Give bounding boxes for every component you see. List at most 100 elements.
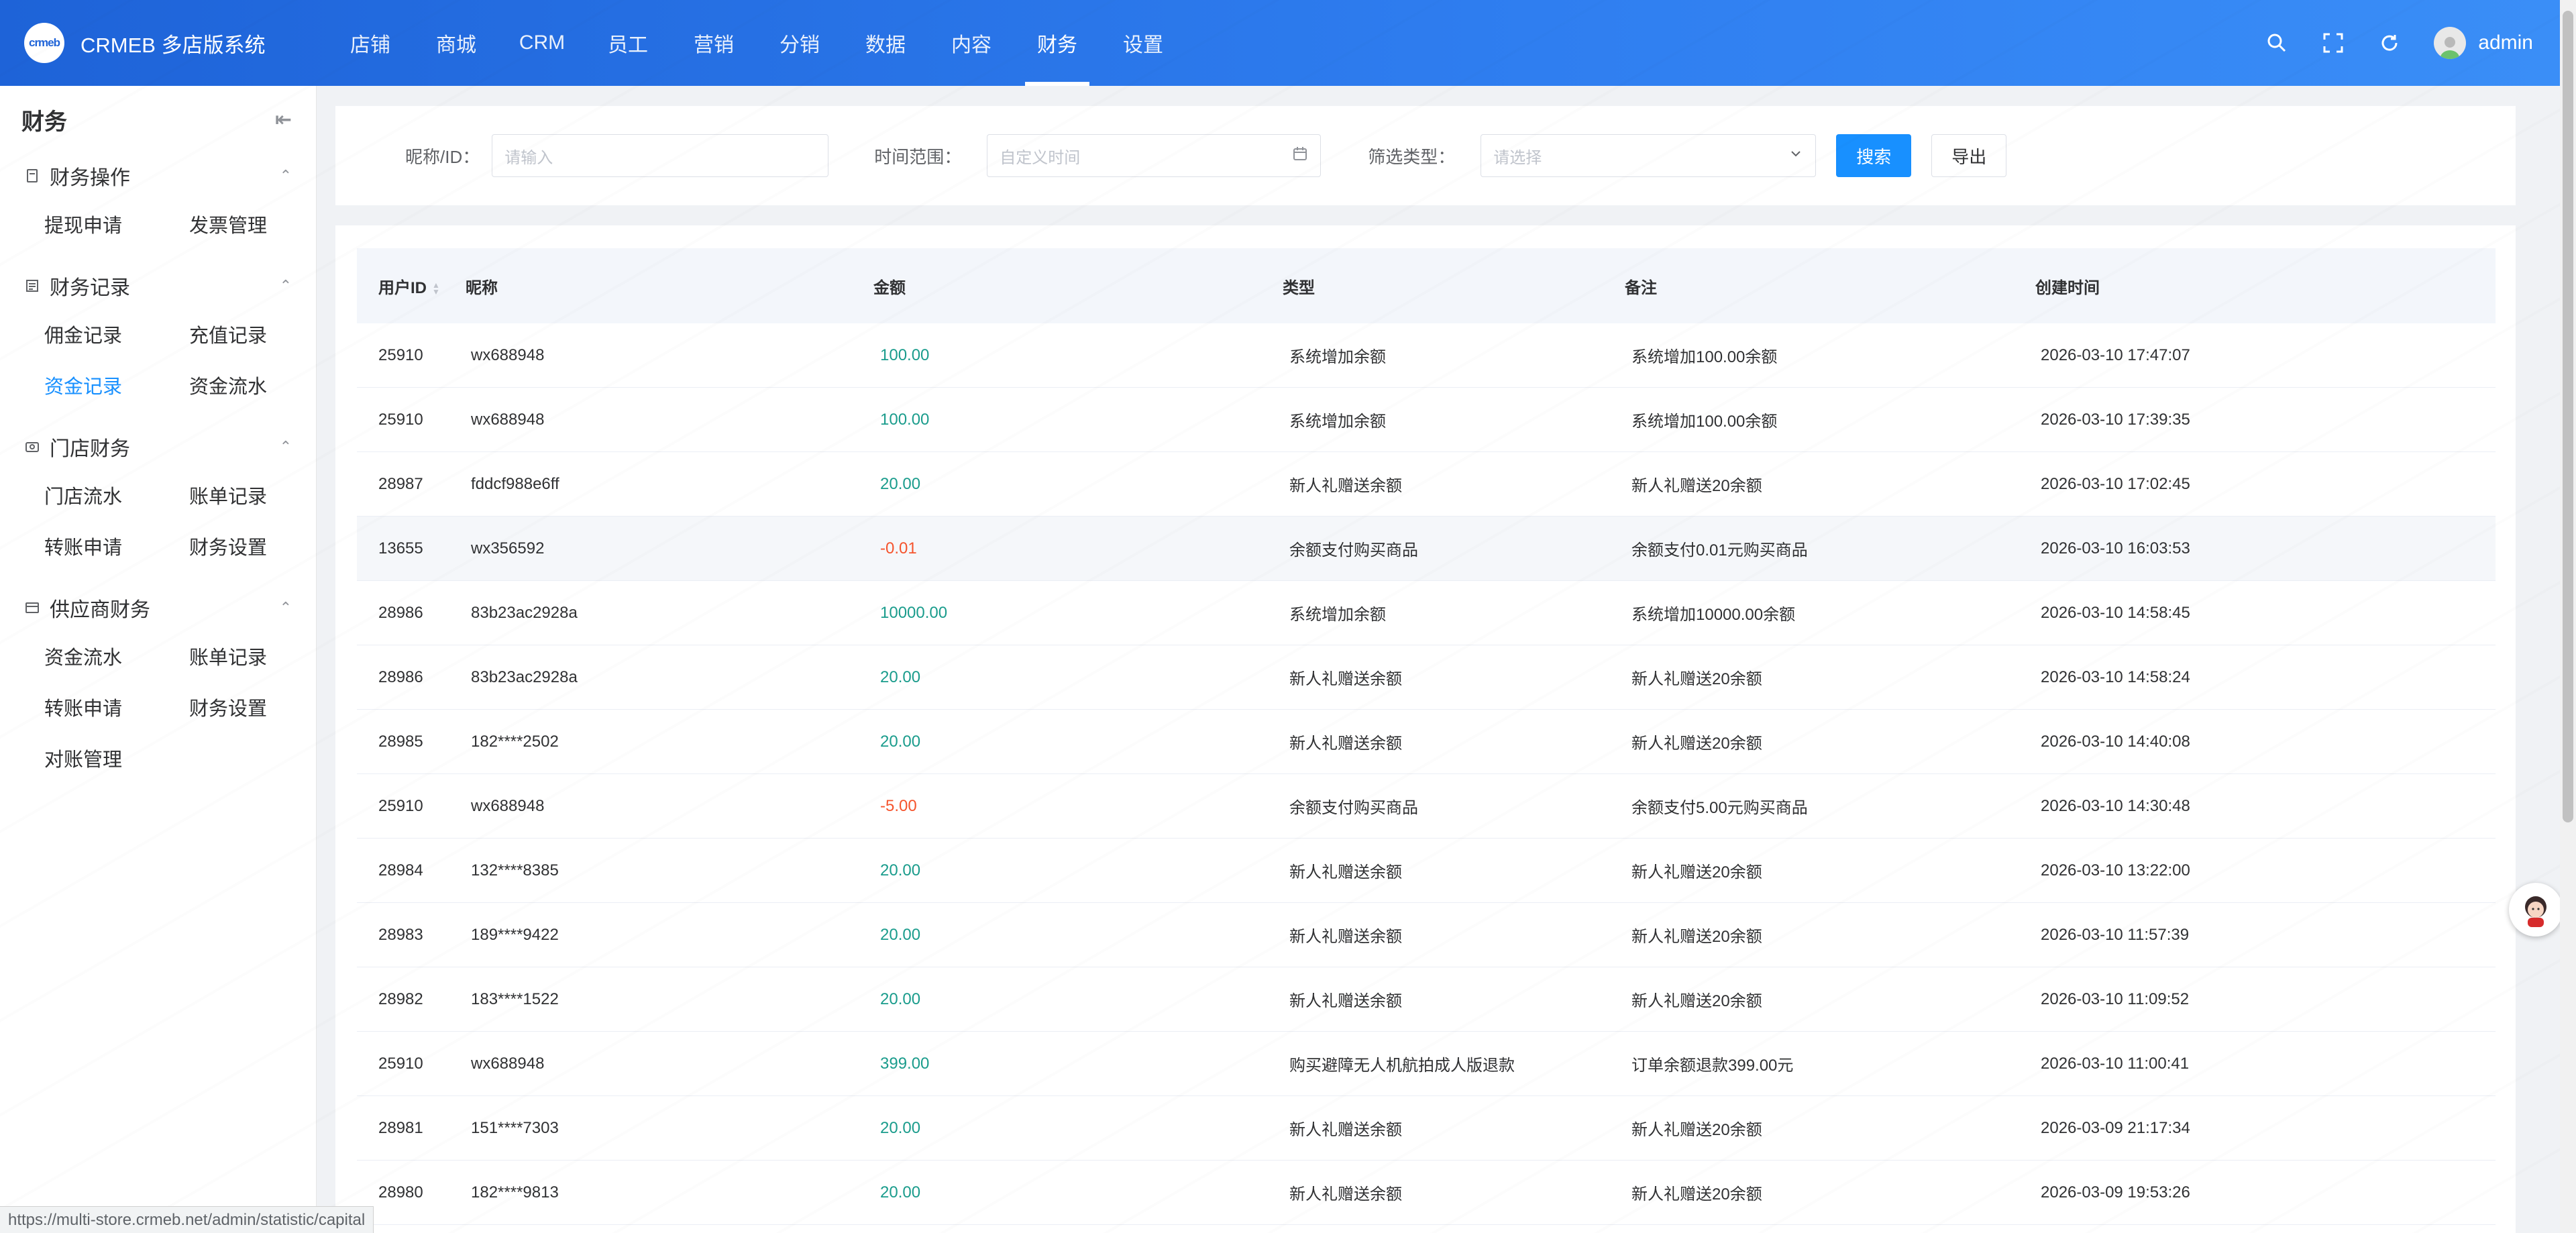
time-range-picker[interactable]: 自定义时间 (987, 134, 1322, 177)
sidebar-item[interactable]: 发票管理 (189, 199, 334, 250)
table-row[interactable]: 28985 182****2502 20.00 新人礼赠送余额 新人礼赠送20余额 202… (357, 710, 2496, 774)
nickname-label: 昵称/ID： (405, 146, 480, 167)
cell-user-id: 28986 (378, 667, 423, 686)
sidebar-group: 财务操作 ⌃ 提现申请 发票管理 (0, 153, 316, 250)
table-row[interactable]: 25910 wx688948 100.00 系统增加余额 系统增加100.00余额 202… (357, 323, 2496, 388)
table-row[interactable]: 28982 183****1522 20.00 新人礼赠送余额 新人礼赠送20余额 202… (357, 967, 2496, 1032)
sidebar-item[interactable]: 账单记录 (189, 631, 334, 682)
nickname-placeholder: 请输入 (504, 148, 553, 167)
cell-remark: 订单余额退款399.00元 (1631, 1057, 1794, 1075)
chevron-up-icon: ⌃ (279, 599, 292, 616)
nav-item[interactable]: 内容 (928, 0, 1014, 86)
sidebar-item[interactable]: 资金流水 (189, 360, 334, 411)
cell-created-time: 2026-03-09 21:17:34 (2041, 1118, 2190, 1137)
capital-records-table: 用户ID ▲ ▼ 昵称 金额 类型 备注 创建时间 25910 wx688948 100… (335, 225, 2516, 1233)
nav-item[interactable]: 营销 (671, 0, 757, 86)
table-row[interactable]: 28986 83b23ac2928a 10000.00 系统增加余额 系统增加10000… (357, 581, 2496, 645)
sidebar-item[interactable]: 财务设置 (189, 521, 334, 572)
chevron-down-icon (1788, 146, 1803, 166)
column-header-remark: 备注 (1625, 278, 1657, 297)
nav-item[interactable]: CRM (499, 0, 585, 86)
sidebar-group-header[interactable]: 门店财务 ⌃ (0, 424, 316, 470)
cell-user-id: 25910 (378, 1054, 423, 1073)
filter-type-placeholder: 请选择 (1493, 148, 1542, 167)
time-range-placeholder: 自定义时间 (1000, 148, 1081, 167)
nav-item[interactable]: 财务 (1014, 0, 1100, 86)
customer-service-avatar-icon[interactable] (2509, 883, 2563, 936)
nav-item[interactable]: 商城 (413, 0, 499, 86)
logo-icon: crmeb (24, 23, 64, 63)
fullscreen-icon[interactable] (2321, 31, 2345, 55)
nickname-input[interactable]: 请输入 (492, 134, 829, 177)
sidebar-group-label: 供应商财务 (50, 599, 150, 621)
table-row[interactable]: 25910 wx688948 -5.00 余额支付购买商品 余额支付5.00元购买商品 2… (357, 774, 2496, 839)
cell-created-time: 2026-03-10 16:03:53 (2041, 539, 2190, 557)
sidebar-group-header[interactable]: 供应商财务 ⌃ (0, 585, 316, 631)
sidebar-item[interactable]: 提现申请 (44, 199, 189, 250)
sidebar-group-title: 财务操作 (24, 161, 130, 191)
cell-amount: -5.00 (880, 796, 917, 815)
cell-type: 新人礼赠送余额 (1289, 670, 1402, 688)
cell-user-id: 28984 (378, 861, 423, 879)
table-row[interactable]: 28980 182****9813 20.00 新人礼赠送余额 新人礼赠送20余额 202… (357, 1161, 2496, 1225)
sidebar-group-header[interactable]: 财务记录 ⌃ (0, 263, 316, 309)
sidebar-item[interactable]: 资金流水 (44, 631, 189, 682)
chevron-up-icon: ⌃ (279, 277, 292, 294)
table-row[interactable]: 28981 151****7303 20.00 新人礼赠送余额 新人礼赠送20余额 202… (357, 1096, 2496, 1161)
search-icon[interactable] (2265, 31, 2289, 55)
export-button[interactable]: 导出 (1931, 134, 2007, 177)
sidebar-group-title: 供应商财务 (24, 593, 150, 623)
column-header-user-id[interactable]: 用户ID ▲ ▼ (378, 274, 440, 298)
sidebar-item[interactable]: 转账申请 (44, 682, 189, 733)
scrollbar-thumb[interactable] (2563, 11, 2573, 822)
table-row[interactable]: 28986 83b23ac2928a 20.00 新人礼赠送余额 新人礼赠送20余额 20… (357, 645, 2496, 710)
sidebar-item[interactable]: 转账申请 (44, 521, 189, 572)
cell-created-time: 2026-03-10 14:58:45 (2041, 603, 2190, 622)
sort-icon[interactable]: ▲ ▼ (432, 281, 440, 296)
refresh-icon[interactable] (2377, 31, 2402, 55)
cell-remark: 余额支付5.00元购买商品 (1631, 799, 1808, 817)
search-button[interactable]: 搜索 (1836, 134, 1912, 177)
sidebar-item[interactable]: 佣金记录 (44, 309, 189, 360)
cell-amount: 20.00 (880, 925, 921, 944)
cell-user-id: 13655 (378, 539, 423, 557)
user-menu[interactable]: admin (2434, 27, 2533, 59)
nav-item[interactable]: 分销 (757, 0, 843, 86)
sidebar-group: 财务记录 ⌃ 佣金记录 充值记录 资金记录 资金流水 (0, 263, 316, 411)
nav-item[interactable]: 设置 (1100, 0, 1186, 86)
cell-user-id: 28981 (378, 1118, 423, 1137)
filter-type-select[interactable]: 请选择 (1481, 134, 1817, 177)
cell-nickname: 182****9813 (471, 1183, 559, 1201)
cell-created-time: 2026-03-10 11:09:52 (2041, 989, 2190, 1008)
sidebar-item[interactable]: 资金记录 (44, 360, 189, 411)
logo[interactable]: crmeb CRMEB 多店版系统 (0, 23, 302, 63)
table-row[interactable]: 28987 fddcf988e6ff 20.00 新人礼赠送余额 新人礼赠送20余额 20… (357, 452, 2496, 517)
cell-user-id: 25910 (378, 410, 423, 429)
sidebar-item[interactable]: 账单记录 (189, 470, 334, 521)
chevron-up-icon: ⌃ (279, 438, 292, 455)
collapse-sidebar-icon[interactable]: ⇤ (275, 108, 292, 131)
cell-type: 余额支付购买商品 (1289, 541, 1418, 559)
sidebar-item[interactable]: 充值记录 (189, 309, 334, 360)
page-scrollbar[interactable] (2560, 0, 2576, 1233)
filter-bar: 昵称/ID： 请输入 时间范围： 自定义时间 筛选类型： 请选择 搜索 导出 (335, 106, 2516, 205)
sidebar-item[interactable]: 门店流水 (44, 470, 189, 521)
cell-created-time: 2026-03-10 11:57:39 (2041, 925, 2190, 944)
nav-item[interactable]: 员工 (585, 0, 671, 86)
sidebar-item[interactable]: 财务设置 (189, 682, 334, 733)
header-tools: admin (2265, 0, 2533, 86)
time-range-label: 时间范围： (874, 146, 962, 167)
nav-item[interactable]: 数据 (843, 0, 928, 86)
table-row[interactable]: 13655 wx356592 -0.01 余额支付购买商品 余额支付0.01元购买商品 2… (357, 517, 2496, 581)
cell-amount: 10000.00 (880, 603, 948, 622)
table-row[interactable]: 25910 wx688948 100.00 系统增加余额 系统增加100.00余额 202… (357, 388, 2496, 452)
list-icon (24, 278, 40, 294)
sidebar-group-header[interactable]: 财务操作 ⌃ (0, 153, 316, 199)
cell-amount: -0.01 (880, 539, 917, 557)
sidebar-item[interactable]: 对账管理 (44, 733, 189, 784)
table-row[interactable]: 28984 132****8385 20.00 新人礼赠送余额 新人礼赠送20余额 202… (357, 839, 2496, 903)
cell-user-id: 28987 (378, 474, 423, 493)
table-row[interactable]: 25910 wx688948 399.00 购买避障无人机航拍成人版退款 订单余额退款3… (357, 1032, 2496, 1096)
nav-item[interactable]: 店铺 (327, 0, 413, 86)
table-row[interactable]: 28983 189****9422 20.00 新人礼赠送余额 新人礼赠送20余额 202… (357, 903, 2496, 967)
